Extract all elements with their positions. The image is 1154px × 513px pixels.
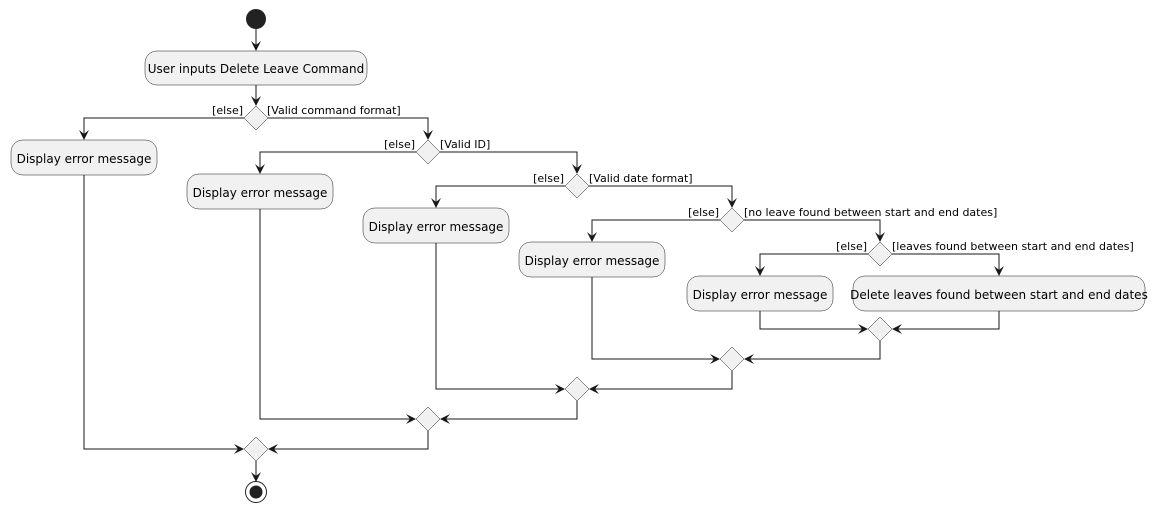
edge	[440, 401, 578, 424]
guard-else: [else]	[533, 172, 564, 185]
activity-display-error-5: Display error message	[686, 275, 834, 312]
merge-node	[415, 406, 441, 432]
edge	[589, 371, 733, 394]
activity-display-error-1: Display error message	[10, 139, 158, 176]
activity-label: Display error message	[525, 254, 660, 268]
guard-no-leave-found: [no leave found between start and end da…	[744, 206, 997, 219]
activity-label: Display error message	[693, 288, 828, 302]
start-node	[246, 9, 266, 29]
decision-no-leave-found	[719, 207, 745, 233]
edge	[744, 219, 885, 242]
decision-leaves-found	[867, 241, 893, 267]
edge	[755, 253, 868, 276]
decision-valid-date-format	[564, 173, 590, 199]
activity-diagram: User inputs Delete Leave Command [else] …	[10, 9, 1148, 503]
guard-else: [else]	[836, 240, 867, 253]
edge	[744, 341, 881, 364]
edge	[268, 117, 433, 140]
edge	[440, 151, 582, 174]
decision-valid-command-format	[243, 105, 269, 131]
merge-node	[243, 436, 269, 462]
merge-node	[867, 316, 893, 342]
edge	[431, 185, 565, 208]
edge	[589, 185, 737, 208]
edge	[79, 117, 244, 140]
end-node	[245, 481, 267, 503]
activity-label: Display error message	[17, 152, 152, 166]
guard-leaves-found: [leaves found between start and end date…	[892, 240, 1134, 253]
activity-display-error-2: Display error message	[186, 173, 334, 210]
activity-label: User inputs Delete Leave Command	[148, 62, 365, 76]
edge	[892, 311, 1000, 334]
activity-user-inputs-command: User inputs Delete Leave Command	[144, 50, 368, 86]
guard-else: [else]	[212, 104, 243, 117]
activity-display-error-3: Display error message	[362, 207, 510, 244]
activity-label: Delete leaves found between start and en…	[850, 288, 1148, 302]
guard-valid-id: [Valid ID]	[440, 138, 490, 151]
guard-valid-date-format: [Valid date format]	[589, 172, 693, 185]
decision-valid-id	[415, 139, 441, 165]
guard-else: [else]	[384, 138, 415, 151]
activity-label: Display error message	[193, 186, 328, 200]
merge-node	[719, 346, 745, 372]
edge	[759, 311, 868, 334]
edge	[587, 219, 720, 242]
merge-node	[564, 376, 590, 402]
edge	[892, 253, 1004, 276]
guard-valid-command-format: [Valid command format]	[267, 104, 401, 117]
guard-else: [else]	[688, 206, 719, 219]
activity-display-error-4: Display error message	[518, 241, 666, 278]
activity-label: Display error message	[369, 220, 504, 234]
edge	[83, 175, 244, 454]
edge	[255, 151, 416, 174]
edge	[268, 431, 429, 454]
activity-delete-leaves: Delete leaves found between start and en…	[850, 275, 1148, 312]
